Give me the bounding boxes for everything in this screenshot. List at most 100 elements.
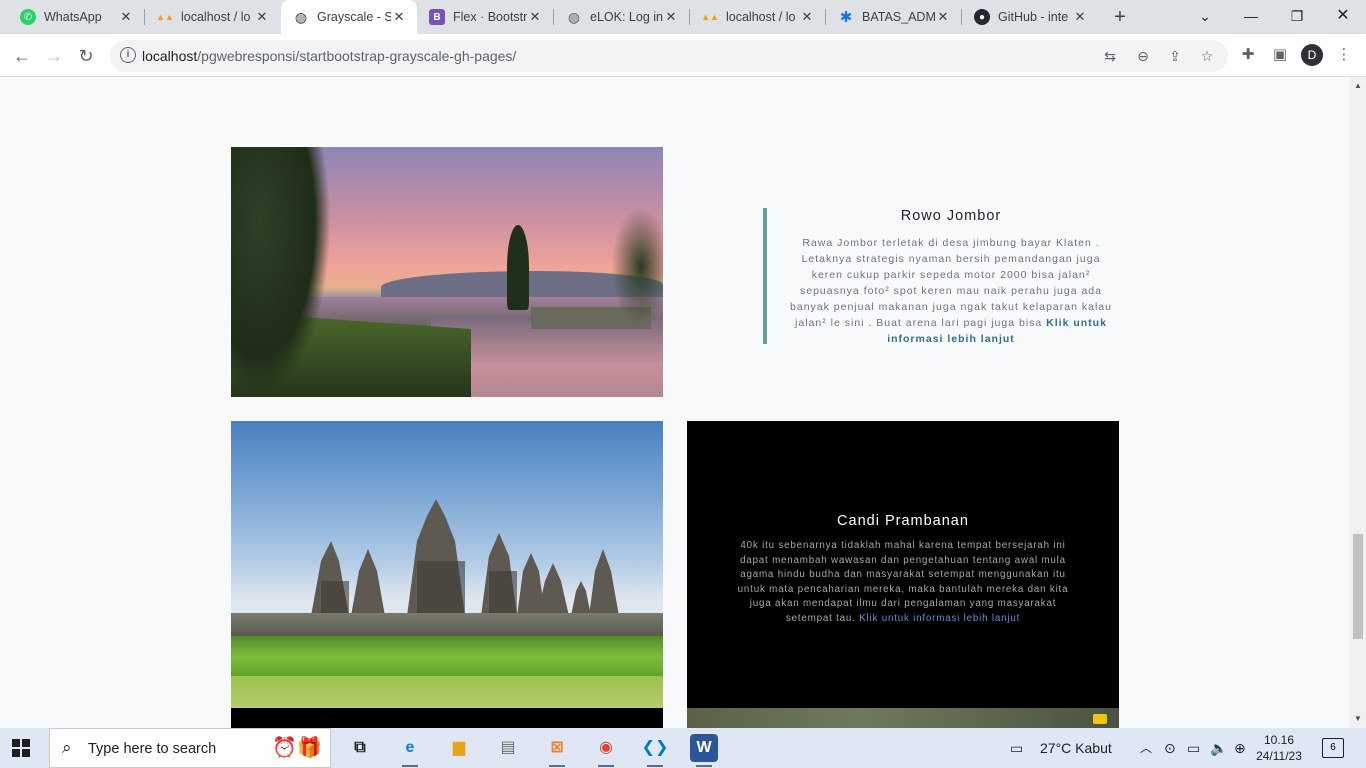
new-tab-button[interactable]: + [1108,5,1132,29]
tab-strip: ✆ WhatsApp ✕ ▲▲ localhost / lo ✕ ◍ Grays… [0,0,1366,34]
image-tree [507,225,529,310]
asterisk-icon: ✱ [839,9,853,26]
scroll-up-arrow-icon[interactable]: ▲ [1354,81,1362,90]
volume-icon[interactable]: 🔈 [1210,728,1227,768]
menu-kebab-icon[interactable]: ⋮ [1334,45,1354,65]
tab-grayscale[interactable]: ◍ Grayscale - S ✕ [281,0,417,34]
search-icon: ⌕ [62,738,72,757]
globe-icon: ◍ [294,8,308,25]
network-globe-icon[interactable]: ⊕ [1234,728,1246,768]
rowo-jombor-image [231,147,663,397]
url-text[interactable]: localhost/pgwebresponsi/startbootstrap-g… [142,48,516,64]
project-card-candi-prambanan: Candi Prambanan 40k itu sebenarnya tidak… [687,421,1119,708]
browser-toolbar: ← → ↻ i localhost/pgwebresponsi/startboo… [0,34,1366,77]
tab-title: BATAS_ADMI [862,10,935,24]
forward-button[interactable]: → [40,42,68,70]
tab-elok[interactable]: ◍ eLOK: Log in ✕ [554,0,689,34]
battery-icon[interactable]: ▭ [1187,728,1200,768]
project-title: Rowo Jombor [900,208,1002,224]
xampp-icon[interactable]: ⊠ [543,734,571,767]
close-icon[interactable]: ✕ [254,9,270,25]
clock-time: 10.16 [1263,733,1295,747]
taskbar-clock[interactable]: 10.16 24/11/23 [1256,732,1302,764]
next-card-dark [231,708,663,728]
close-icon[interactable]: ✕ [799,9,815,25]
project-card-rowo-jombor: Rowo Jombor Rawa Jombor terletak di desa… [763,208,1133,347]
site-info-icon[interactable]: i [120,47,136,63]
search-placeholder: Type here to search [88,741,217,757]
scrollbar-thumb[interactable] [1353,534,1363,639]
tab-title: localhost / lo [181,10,251,24]
profile-avatar[interactable]: D [1301,44,1323,66]
close-icon[interactable]: ✕ [935,9,951,25]
scroll-down-arrow-icon[interactable]: ▼ [1354,714,1362,723]
description-text: 40k itu sebenarnya tidaklah mahal karena… [737,540,1069,624]
task-view-icon[interactable]: ⧉ [346,734,374,762]
close-window-button[interactable]: ✕ [1320,0,1366,34]
close-icon[interactable]: ✕ [527,9,543,25]
tab-title: WhatsApp [44,10,102,24]
tab-github[interactable]: ● GitHub - inte ✕ [962,0,1098,34]
close-icon[interactable]: ✕ [118,9,134,25]
back-button[interactable]: ← [8,42,36,70]
reload-button[interactable]: ↻ [72,42,100,70]
tab-title: GitHub - inte [998,10,1069,24]
weather-text[interactable]: 27°C Kabut [1040,728,1112,768]
vscode-icon[interactable]: ❮❯ [641,734,669,767]
file-explorer-icon[interactable]: ▆ [445,734,473,762]
chrome-icon[interactable]: ◉ [592,734,620,767]
close-icon[interactable]: ✕ [1072,9,1088,25]
globe-icon: ◍ [567,8,581,25]
tab-localhost-2[interactable]: ▲▲ localhost / lo ✕ [690,0,825,34]
notification-center-icon[interactable]: 6 [1322,738,1344,758]
close-icon[interactable]: ✕ [663,9,679,25]
extensions-icon[interactable]: ✚ [1238,45,1258,65]
image-lawn [231,676,663,708]
image-hedge [231,636,663,678]
minimize-button[interactable]: — [1228,0,1274,34]
project-title: Candi Prambanan [837,513,969,529]
vertical-scrollbar[interactable]: ▲ ▼ [1350,77,1366,728]
url-host: localhost [142,48,198,64]
edge-icon[interactable]: e [396,734,424,767]
windows-start-icon[interactable] [12,739,30,757]
tab-batas-admin[interactable]: ✱ BATAS_ADMI ✕ [826,0,961,34]
show-hidden-icons-chevron-icon[interactable]: ︿ [1140,728,1152,768]
phpmyadmin-icon: ▲▲ [701,12,719,22]
tab-whatsapp[interactable]: ✆ WhatsApp ✕ [8,0,144,34]
whatsapp-icon: ✆ [20,9,36,25]
meet-now-icon[interactable]: ⊙ [1164,728,1176,768]
project-description: 40k itu sebenarnya tidaklah mahal karena… [735,539,1071,626]
windows-taskbar: ⌕ Type here to search ⏰🎁 ⧉ e ▆ ▤ ⊠ ◉ ❮❯ … [0,728,1366,768]
project-description: Rawa Jombor terletak di desa jimbung bay… [789,235,1113,347]
clock-date: 24/11/23 [1256,749,1302,763]
restore-button[interactable]: ❐ [1274,0,1320,34]
more-info-link[interactable]: Klik untuk informasi lebih lanjut [859,613,1020,624]
word-icon[interactable]: W [690,734,718,767]
weather-icon[interactable]: ▭ [1010,728,1023,768]
share-icon[interactable]: ⇪ [1166,47,1184,65]
taskbar-search-box[interactable]: ⌕ Type here to search ⏰🎁 [49,728,331,768]
tab-title: eLOK: Log in [590,10,663,24]
page-content: Rowo Jombor Rawa Jombor terletak di desa… [0,77,1350,728]
close-icon[interactable]: ✕ [391,9,407,25]
description-text: Rawa Jombor terletak di desa jimbung bay… [790,237,1112,329]
tab-localhost-1[interactable]: ▲▲ localhost / lo ✕ [145,0,280,34]
tab-search-chevron-icon[interactable]: ⌄ [1182,0,1228,34]
address-bar[interactable]: i localhost/pgwebresponsi/startbootstrap… [110,40,1228,72]
tab-flex-bootstrap[interactable]: B Flex · Bootstr ✕ [417,0,553,34]
candi-prambanan-image [231,421,663,708]
zoom-icon[interactable]: ⊖ [1134,47,1152,65]
translate-icon[interactable]: ⇆ [1101,47,1119,65]
search-highlight-icon[interactable]: ⏰🎁 [272,735,322,760]
side-panel-icon[interactable]: ▣ [1270,45,1290,65]
url-path: /pgwebresponsi/startbootstrap-grayscale-… [197,48,517,64]
tab-title: Grayscale - S [317,10,391,24]
image-palm [611,207,663,327]
bootstrap-icon: B [429,9,445,25]
image-palm [231,147,331,397]
tab-title: localhost / lo [726,10,796,24]
tab-title: Flex · Bootstr [453,10,527,24]
bookmark-star-icon[interactable]: ☆ [1198,47,1216,65]
app-icon[interactable]: ▤ [494,734,522,762]
